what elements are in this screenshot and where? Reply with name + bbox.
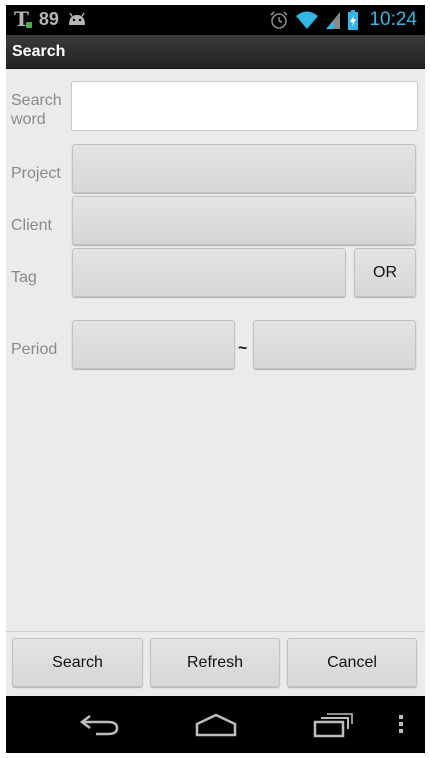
period-separator: ~	[238, 340, 248, 357]
project-spinner[interactable]	[72, 144, 416, 193]
or-button[interactable]: OR	[354, 248, 416, 297]
cancel-button[interactable]: Cancel	[287, 638, 417, 687]
overflow-menu-icon[interactable]	[398, 714, 404, 734]
search-word-input[interactable]	[71, 81, 418, 131]
recent-apps-icon[interactable]	[312, 711, 354, 739]
status-clock: 10:24	[369, 9, 417, 30]
navigation-bar	[6, 696, 425, 753]
period-to-field[interactable]	[253, 320, 416, 369]
android-icon	[68, 12, 85, 25]
wifi-icon	[296, 11, 319, 29]
tag-spinner[interactable]	[72, 248, 346, 297]
search-button[interactable]: Search	[12, 638, 143, 687]
action-bar: Search	[6, 35, 425, 69]
period-from-field[interactable]	[72, 320, 235, 369]
battery-level: 89	[38, 8, 59, 29]
tag-label: Tag	[11, 269, 37, 286]
phone-screen: T 89 10:24 Search Search word Project Cl…	[6, 5, 425, 753]
project-label: Project	[11, 165, 61, 182]
home-icon[interactable]	[194, 712, 238, 738]
carrier-icon: T	[14, 8, 32, 30]
search-word-label: Search word	[11, 92, 62, 128]
client-spinner[interactable]	[72, 196, 416, 245]
client-label: Client	[11, 217, 52, 234]
back-icon[interactable]	[78, 713, 120, 737]
period-label: Period	[11, 341, 58, 358]
battery-charging-icon	[348, 10, 359, 30]
divider	[6, 631, 425, 632]
status-bar: T 89 10:24	[6, 5, 425, 35]
page-title: Search	[12, 43, 66, 60]
signal-icon	[326, 12, 341, 29]
refresh-button[interactable]: Refresh	[150, 638, 280, 687]
alarm-icon	[270, 11, 289, 29]
